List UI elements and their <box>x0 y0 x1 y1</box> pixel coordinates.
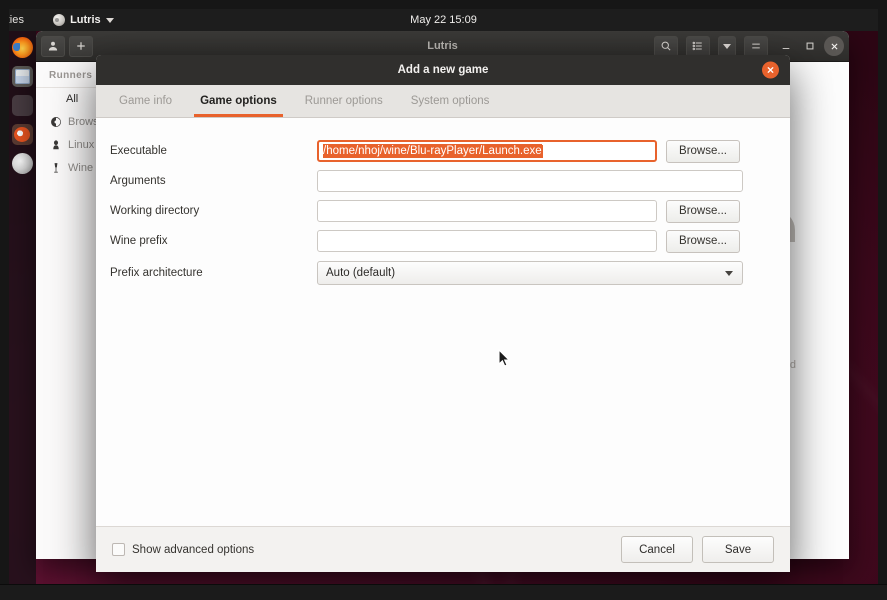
field-row-wine-prefix: Wine prefix Browse... <box>110 226 776 256</box>
optical-disc-icon[interactable] <box>12 153 33 174</box>
app-menu-label: Lutris <box>70 14 101 26</box>
gnome-topbar: ities Lutris May 22 15:09 <box>9 9 878 31</box>
show-advanced-options-label: Show advanced options <box>132 544 254 556</box>
field-row-working-directory: Working directory Browse... <box>110 196 776 226</box>
executable-label: Executable <box>110 145 317 157</box>
working-directory-label: Working directory <box>110 205 317 217</box>
dialog-footer: Show advanced options Cancel Save <box>96 526 790 572</box>
browser-icon <box>49 115 62 128</box>
show-advanced-options-checkbox[interactable] <box>112 543 125 556</box>
arguments-label: Arguments <box>110 175 317 187</box>
screenshot-bezel-top <box>0 0 887 9</box>
plus-icon[interactable] <box>69 36 93 57</box>
arguments-input[interactable] <box>317 170 743 192</box>
dialog-title: Add a new game <box>398 64 489 76</box>
tab-game-options[interactable]: Game options <box>186 85 291 117</box>
wine-prefix-input[interactable] <box>317 230 657 252</box>
tab-system-options[interactable]: System options <box>397 85 504 117</box>
save-button[interactable]: Save <box>702 536 774 563</box>
tab-runner-options[interactable]: Runner options <box>291 85 397 117</box>
lutris-logo-icon <box>53 14 65 26</box>
working-directory-input[interactable] <box>317 200 657 222</box>
screenshot-bezel-right <box>878 0 887 600</box>
clock: May 22 15:09 <box>9 14 878 26</box>
browse-executable-button[interactable]: Browse... <box>666 140 740 163</box>
browse-wine-prefix-button[interactable]: Browse... <box>666 230 740 253</box>
game-options-form: Executable /home/nhoj/wine/Blu-rayPlayer… <box>96 118 790 526</box>
close-icon[interactable] <box>762 62 779 79</box>
list-view-icon[interactable] <box>686 36 710 57</box>
tux-icon <box>49 138 62 151</box>
user-icon[interactable] <box>41 36 65 57</box>
tab-game-info[interactable]: Game info <box>105 85 186 117</box>
view-mode-chevron-down-icon[interactable] <box>718 36 736 57</box>
executable-input-value: /home/nhoj/wine/Blu-rayPlayer/Launch.exe <box>323 144 542 158</box>
wine-prefix-label: Wine prefix <box>110 235 317 247</box>
app-menu-button[interactable]: Lutris <box>53 14 114 26</box>
show-advanced-options-row[interactable]: Show advanced options <box>112 543 254 556</box>
screenshot-bezel-bottom <box>0 584 887 600</box>
add-new-game-dialog: Add a new game Game info Game options Ru… <box>96 55 790 572</box>
sidebar-item-label: Brows <box>68 116 99 128</box>
executable-input[interactable]: /home/nhoj/wine/Blu-rayPlayer/Launch.exe <box>317 140 657 162</box>
field-row-arguments: Arguments <box>110 166 776 196</box>
prefix-architecture-value: Auto (default) <box>326 267 395 279</box>
sidebar-item-label: Wine <box>68 162 93 174</box>
wine-glass-icon <box>49 161 62 174</box>
chevron-down-icon <box>106 18 114 23</box>
hamburger-menu-icon[interactable] <box>744 36 768 57</box>
field-row-prefix-architecture: Prefix architecture Auto (default) <box>110 256 776 290</box>
minimize-icon[interactable] <box>776 36 796 56</box>
files-icon[interactable] <box>12 66 33 87</box>
ubuntu-dock <box>9 31 36 584</box>
field-row-executable: Executable /home/nhoj/wine/Blu-rayPlayer… <box>110 136 776 166</box>
prefix-architecture-select[interactable]: Auto (default) <box>317 261 743 285</box>
dialog-titlebar: Add a new game <box>96 55 790 85</box>
generic-app-icon[interactable] <box>12 95 33 116</box>
ubuntu-software-icon[interactable] <box>12 124 33 145</box>
dialog-tabbar: Game info Game options Runner options Sy… <box>96 85 790 118</box>
firefox-icon[interactable] <box>12 37 33 58</box>
chevron-down-icon <box>725 271 733 276</box>
prefix-architecture-label: Prefix architecture <box>110 267 317 279</box>
sidebar-item-label: Linux <box>68 139 94 151</box>
close-icon[interactable] <box>824 36 844 56</box>
maximize-icon[interactable] <box>800 36 820 56</box>
search-icon[interactable] <box>654 36 678 57</box>
sidebar-item-label: All <box>66 93 78 105</box>
cancel-button[interactable]: Cancel <box>621 536 693 563</box>
browse-working-directory-button[interactable]: Browse... <box>666 200 740 223</box>
screenshot-bezel-left <box>0 0 9 600</box>
